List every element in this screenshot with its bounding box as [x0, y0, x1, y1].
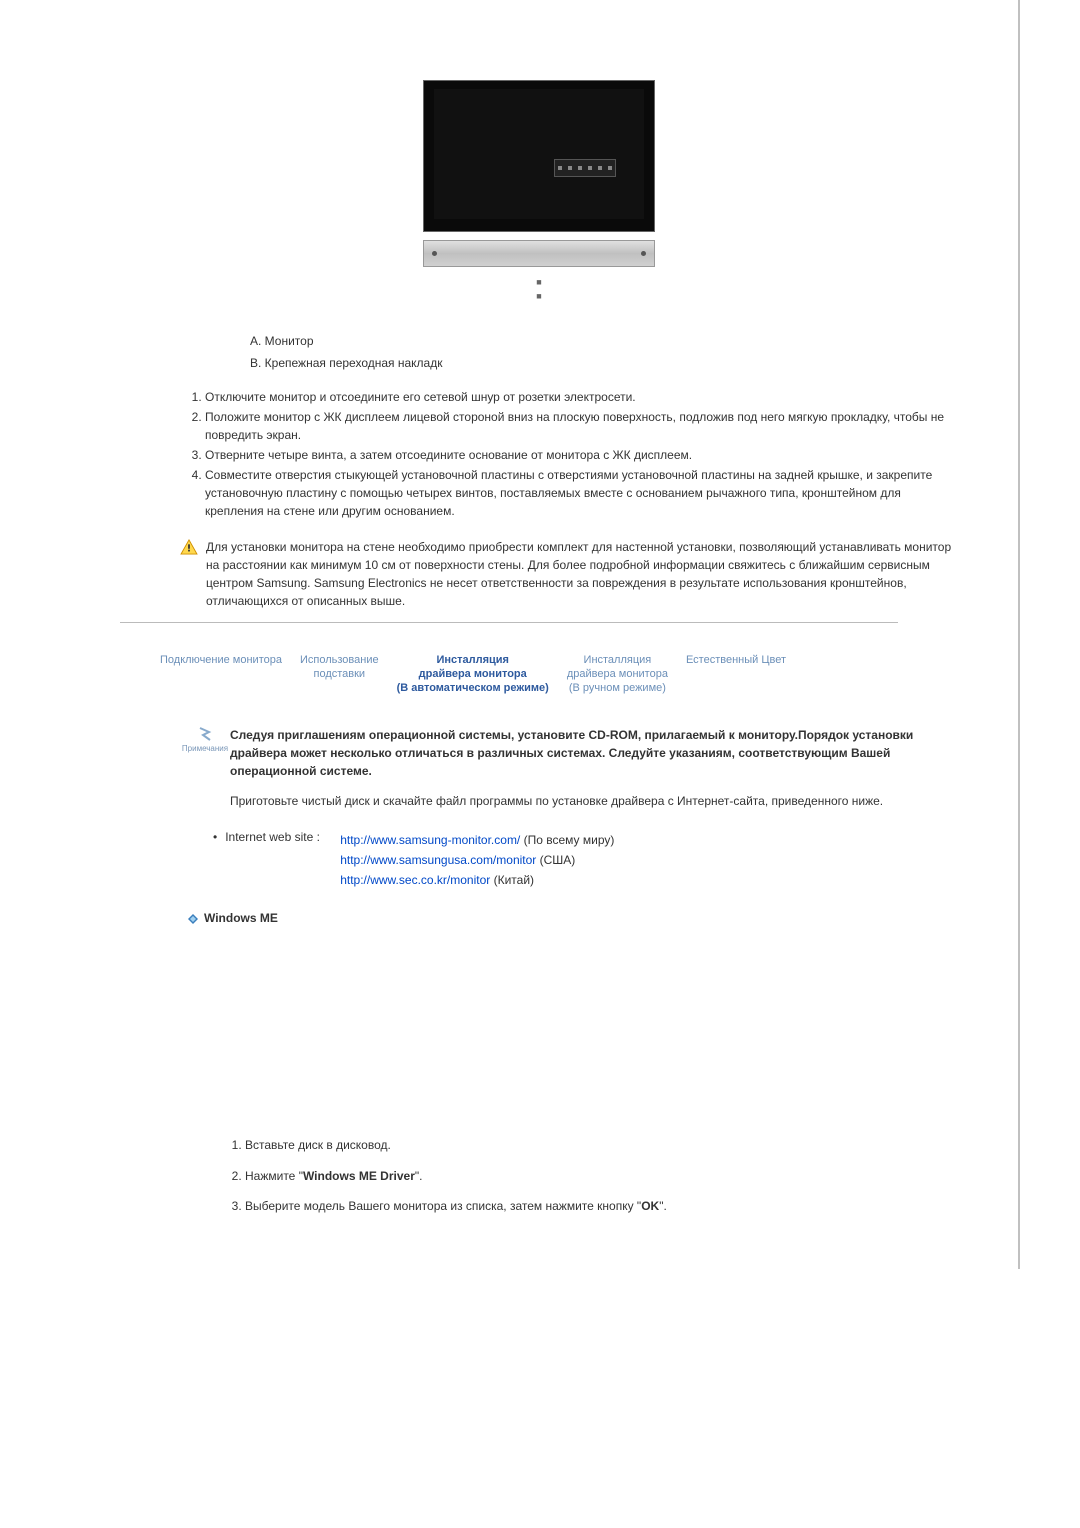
warning-text: Для установки монитора на стене необходи…	[206, 538, 958, 610]
monitor-screen	[434, 89, 644, 219]
nav-tab-label: Инсталляция	[436, 654, 509, 666]
monitor-button-panel	[554, 159, 616, 177]
nav-tab-natural-color[interactable]: Естественный Цвет	[686, 653, 786, 667]
link-row-label: Internet web site :	[225, 830, 340, 891]
link[interactable]: http://www.sec.co.kr/monitor	[340, 873, 490, 887]
link-item: http://www.sec.co.kr/monitor (Китай)	[340, 870, 614, 890]
nav-tab-sublabel: подставки	[313, 668, 365, 680]
link-list: http://www.samsung-monitor.com/ (По всем…	[340, 830, 614, 891]
label-b: B. Крепежная переходная накладк	[250, 356, 958, 370]
link-item: http://www.samsung-monitor.com/ (По всем…	[340, 830, 614, 850]
nav-tab-stand[interactable]: Использование подставки	[300, 653, 379, 682]
sub-list-item: Нажмите "Windows ME Driver".	[245, 1168, 958, 1185]
bullet-icon: •	[213, 830, 217, 891]
note-plain-text: Приготовьте чистый диск и скачайте файл …	[230, 792, 958, 810]
nav-tab-driver-manual[interactable]: Инсталляция драйвера монитора (В ручном …	[567, 653, 668, 696]
monitor-figure: ■■	[120, 80, 958, 304]
internet-links-row: • Internet web site : http://www.samsung…	[213, 830, 958, 891]
section-heading-text: Windows ME	[204, 911, 278, 925]
warning-block: Для установки монитора на стене необходи…	[180, 538, 958, 610]
main-numbered-list: Отключите монитор и отсоедините его сете…	[180, 388, 958, 520]
link[interactable]: http://www.samsungusa.com/monitor	[340, 853, 536, 867]
monitor-screws: ■■	[120, 275, 958, 304]
monitor-mounting-plate	[423, 240, 655, 267]
link-suffix: (США)	[540, 853, 576, 867]
main-list-item: Отверните четыре винта, а затем отсоедин…	[205, 446, 958, 464]
sub-item-text: Вставьте диск в дисковод.	[245, 1138, 391, 1152]
main-list-item: Отключите монитор и отсоедините его сете…	[205, 388, 958, 406]
note-label: Примечания	[182, 744, 228, 753]
nav-tab-sublabel: драйвера монитора	[567, 668, 668, 680]
link-suffix: (Китай)	[494, 873, 534, 887]
nav-tab-sublabel: (В ручном режиме)	[569, 682, 666, 694]
link[interactable]: http://www.samsung-monitor.com/	[340, 833, 520, 847]
nav-tab-sublabel: драйвера монитора	[419, 668, 527, 680]
monitor-body	[423, 80, 655, 232]
nav-tab-label: Использование	[300, 654, 379, 666]
diamond-icon	[188, 913, 198, 923]
note-block: Примечания Следуя приглашениям операцион…	[180, 726, 958, 780]
label-a: A. Монитор	[250, 334, 958, 348]
main-list-item: Положите монитор с ЖК дисплеем лицевой с…	[205, 408, 958, 444]
sub-item-suffix: ".	[659, 1199, 667, 1213]
nav-tab-label: Инсталляция	[584, 654, 652, 666]
separator	[120, 622, 898, 623]
nav-tab-label: Подключение монитора	[160, 654, 282, 666]
link-item: http://www.samsungusa.com/monitor (США)	[340, 850, 614, 870]
sub-item-suffix: ".	[415, 1169, 423, 1183]
nav-tab-sublabel: (В автоматическом режиме)	[397, 682, 549, 694]
nav-tab-label: Естественный Цвет	[686, 654, 786, 666]
note-bold-text: Следуя приглашениям операционной системы…	[230, 726, 958, 780]
section-heading: Windows ME	[188, 911, 958, 925]
link-suffix: (По всему миру)	[524, 833, 615, 847]
sub-numbered-list: Вставьте диск в дисковод. Нажмите "Windo…	[220, 1137, 958, 1215]
section-nav-tabs: Подключение монитора Использование подст…	[160, 653, 958, 696]
warning-icon	[180, 539, 198, 555]
sub-list-item: Выберите модель Вашего монитора из списк…	[245, 1198, 958, 1215]
nav-tab-driver-auto[interactable]: Инсталляция драйвера монитора (В автомат…	[397, 653, 549, 696]
sub-item-prefix: Нажмите "	[245, 1169, 303, 1183]
sub-list-item: Вставьте диск в дисковод.	[245, 1137, 958, 1154]
sub-item-bold: Windows ME Driver	[303, 1169, 415, 1183]
main-list-item: Совместите отверстия стыкующей установоч…	[205, 466, 958, 520]
sub-item-prefix: Выберите модель Вашего монитора из списк…	[245, 1199, 641, 1213]
empty-figure-placeholder	[120, 945, 958, 1125]
note-sidebar-icon: Примечания	[180, 726, 230, 780]
sub-item-bold: OK	[641, 1199, 659, 1213]
nav-tab-connect[interactable]: Подключение монитора	[160, 653, 282, 667]
